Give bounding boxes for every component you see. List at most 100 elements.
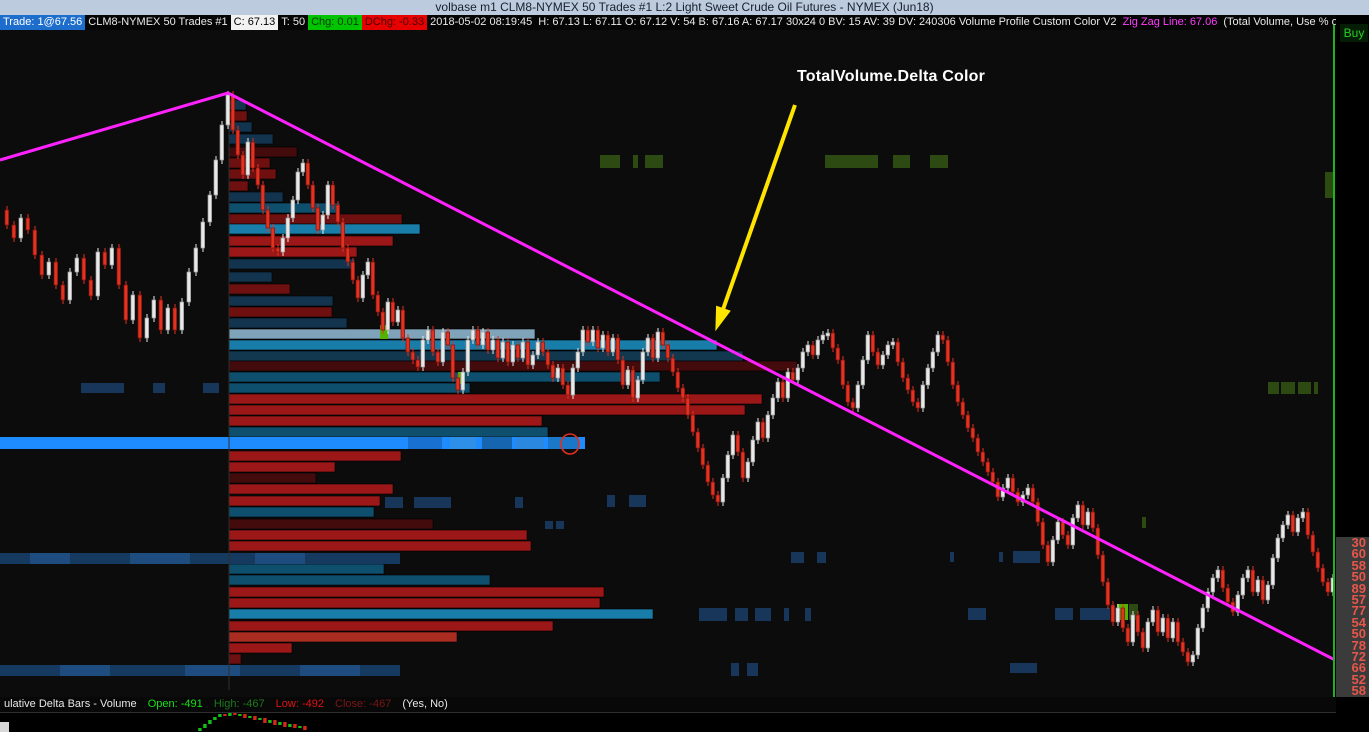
- volume-dot-mark: [1010, 663, 1037, 673]
- candlestick: [1310, 534, 1315, 553]
- candlestick: [600, 334, 605, 349]
- candlestick: [555, 367, 560, 379]
- candlestick: [865, 334, 870, 361]
- price-scale-tick: 58: [1351, 683, 1366, 697]
- candlestick: [645, 337, 650, 353]
- arrow-annotation-head: [715, 305, 731, 332]
- delta-mini-candle: [278, 722, 282, 725]
- volume-profile-bar: [228, 563, 385, 575]
- resize-handle[interactable]: [0, 722, 9, 732]
- delta-mini-candle: [213, 717, 217, 720]
- candlestick: [1285, 514, 1290, 526]
- candlestick: [585, 329, 590, 343]
- price-scale-values[interactable]: 30 60 58 50 89 57 77 54 50 78 72 66 52 58: [1336, 537, 1369, 697]
- candlestick: [445, 331, 450, 346]
- volume-dot-mark: [805, 608, 811, 621]
- candlestick: [615, 337, 620, 361]
- volume-profile-bar: [228, 317, 348, 329]
- candlestick: [179, 301, 184, 331]
- candlestick: [1270, 557, 1275, 586]
- zigzag-study-label: Zig Zag Line: 67.06: [1122, 16, 1218, 28]
- trade-position-chip[interactable]: Trade: 1@67.56: [0, 15, 86, 30]
- candlestick: [725, 454, 730, 479]
- candlestick: [540, 341, 545, 353]
- price-chart-canvas[interactable]: [0, 30, 1336, 697]
- buy-button[interactable]: Buy: [1340, 24, 1368, 42]
- candlestick: [1035, 501, 1040, 523]
- candlestick: [790, 371, 795, 381]
- candlestick: [1290, 514, 1295, 533]
- candlestick: [690, 414, 695, 433]
- volume-profile-bar: [228, 642, 293, 654]
- candlestick: [655, 331, 660, 359]
- delta-mini-candle: [263, 718, 267, 723]
- candlestick: [710, 481, 715, 496]
- candlestick: [1060, 521, 1065, 536]
- candlestick: [74, 257, 79, 273]
- candlestick: [275, 247, 280, 253]
- candlestick: [1150, 609, 1155, 623]
- volume-dot-mark: [556, 521, 564, 529]
- candlestick: [760, 421, 765, 439]
- volume-dot-mark: [385, 497, 403, 508]
- candlestick: [625, 369, 630, 386]
- candlestick: [985, 461, 990, 473]
- candlestick: [520, 341, 525, 359]
- volume-profile-bar: [228, 483, 394, 495]
- candlestick: [620, 359, 625, 386]
- candlestick: [955, 384, 960, 403]
- delta-subchart-strip: [0, 713, 1369, 732]
- delta-mini-candle: [298, 726, 302, 728]
- volume-dot-mark: [545, 521, 553, 529]
- candlestick: [880, 354, 885, 366]
- volume-profile-bar: [228, 506, 375, 518]
- candlestick: [795, 367, 800, 381]
- candlestick: [158, 299, 163, 331]
- candlestick: [840, 359, 845, 386]
- candlestick: [845, 384, 850, 403]
- volume-dot-mark: [81, 383, 124, 393]
- candlestick: [420, 339, 425, 368]
- candlestick: [1085, 511, 1090, 526]
- candlestick: [151, 299, 156, 319]
- candlestick: [905, 377, 910, 391]
- candlestick: [1115, 607, 1120, 623]
- candlestick: [410, 351, 415, 361]
- candlestick: [1075, 504, 1080, 519]
- candlestick: [172, 307, 177, 331]
- delta-color-mark: [1142, 517, 1146, 528]
- delta-color-mark: [633, 155, 638, 168]
- candlestick: [1080, 504, 1085, 526]
- main-chart-area[interactable]: [0, 30, 1336, 697]
- candlestick: [930, 351, 935, 369]
- volume-profile-bar: [228, 472, 317, 484]
- candlestick: [685, 397, 690, 416]
- candlestick: [1300, 511, 1305, 519]
- candlestick: [165, 307, 170, 331]
- candlestick: [895, 341, 900, 363]
- candlestick: [545, 351, 550, 366]
- candlestick: [67, 271, 72, 301]
- candlestick: [1245, 569, 1250, 579]
- candlestick: [925, 367, 930, 386]
- candlestick: [365, 261, 370, 276]
- volume-profile-bar: [228, 306, 333, 318]
- delta-close-value: Close: -467: [335, 698, 392, 710]
- candlestick: [780, 381, 785, 399]
- candlestick: [475, 329, 480, 346]
- candlestick: [480, 331, 485, 346]
- volume-band-patch: [516, 437, 544, 449]
- candlestick: [1210, 577, 1215, 593]
- candlestick: [430, 329, 435, 353]
- candlestick: [490, 339, 495, 351]
- volume-profile-bar: [228, 597, 601, 609]
- candlestick: [18, 217, 23, 239]
- candlestick: [230, 94, 235, 131]
- candlestick: [1090, 511, 1095, 529]
- volume-profile-bar: [228, 213, 403, 225]
- candlestick: [1010, 477, 1015, 493]
- candlestick: [860, 359, 865, 386]
- volume-dot-mark: [755, 608, 771, 621]
- volume-profile-bar: [228, 415, 543, 427]
- delta-color-mark: [825, 155, 878, 168]
